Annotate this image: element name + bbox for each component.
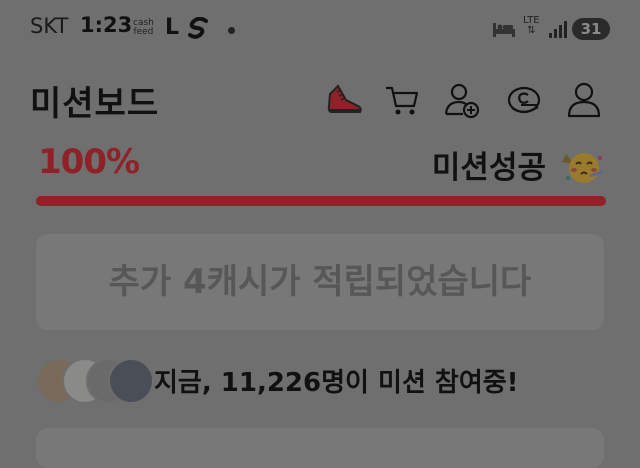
- participant-avatars: [36, 358, 154, 404]
- signal-icon: [549, 21, 567, 38]
- reward-banner: 추가 4캐시가 적립되었습니다: [36, 234, 604, 330]
- data-arrows-icon: ⇅: [527, 25, 536, 36]
- progress-bar-fill: [36, 196, 606, 206]
- participants-suffix: 이 미션 참여중!: [345, 368, 519, 398]
- mission-status: 미션성공: [431, 150, 546, 186]
- next-card: [36, 428, 604, 468]
- battery-indicator: 31: [572, 18, 610, 40]
- page-title: 미션보드: [30, 84, 160, 124]
- avatar: [108, 358, 154, 404]
- sleep-mode-icon: [493, 23, 515, 37]
- add-friend-icon[interactable]: [442, 80, 482, 120]
- coin-icon[interactable]: [504, 80, 544, 120]
- s-app-icon: [188, 17, 208, 39]
- participants-text: 지금, 11,226명이 미션 참여중!: [154, 362, 519, 399]
- cashfeed-bottom: feed: [133, 27, 154, 37]
- reward-message: 추가 4캐시가 적립되었습니다: [108, 262, 532, 302]
- progress-bar: [36, 196, 606, 206]
- clock: 1:23: [80, 13, 133, 37]
- status-bar: SKT 1:23 cash feed L LTE ⇅ 31: [0, 0, 640, 60]
- carrier-label: SKT: [30, 14, 69, 38]
- notification-dot: [228, 27, 235, 34]
- party-face-emoji: [562, 153, 603, 183]
- sneaker-icon[interactable]: [324, 80, 364, 120]
- participants-count: 11,226명: [220, 368, 346, 398]
- network-indicator: LTE ⇅: [523, 16, 540, 36]
- progress-percent: 100%: [38, 142, 140, 182]
- cart-icon[interactable]: [382, 80, 422, 120]
- cashfeed-icon: cash feed: [133, 19, 154, 37]
- profile-icon[interactable]: [564, 80, 604, 120]
- app-notification-icon: L: [165, 15, 180, 40]
- participants-prefix: 지금,: [154, 368, 221, 398]
